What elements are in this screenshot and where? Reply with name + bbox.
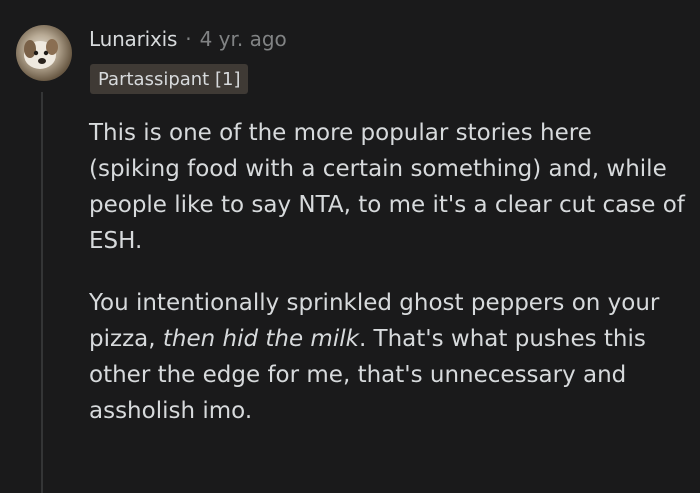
separator-dot: · xyxy=(185,27,192,51)
timestamp[interactable]: 4 yr. ago xyxy=(200,27,287,51)
comment-paragraph-2-emphasis: then hid the milk xyxy=(162,326,359,352)
username[interactable]: Lunarixis xyxy=(89,27,177,51)
avatar-dog-icon xyxy=(24,39,58,69)
avatar[interactable] xyxy=(16,25,72,81)
thread-line[interactable] xyxy=(41,92,43,493)
comment-paragraph-1: This is one of the more popular stories … xyxy=(89,120,685,254)
user-flair: Partassipant [1] xyxy=(90,64,249,94)
comment-body: This is one of the more popular stories … xyxy=(89,115,689,429)
comment-paragraph-2: You intentionally sprinkled ghost pepper… xyxy=(89,285,689,429)
comment-header: Lunarixis · 4 yr. ago xyxy=(89,24,287,54)
